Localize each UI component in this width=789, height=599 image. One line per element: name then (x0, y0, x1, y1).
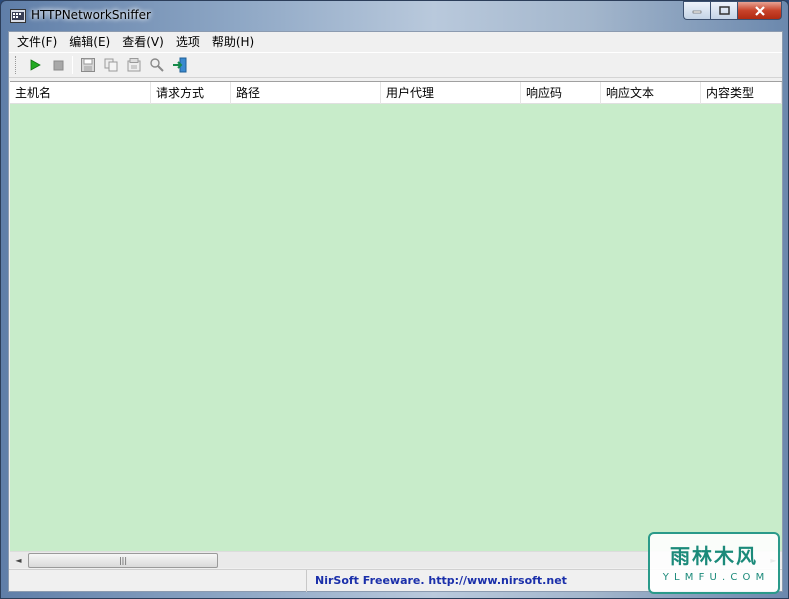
copy-icon (104, 58, 117, 72)
scroll-thumb[interactable]: ||| (28, 553, 218, 568)
column-host[interactable]: 主机名 (10, 82, 151, 104)
menu-options[interactable]: 选项 (170, 32, 206, 52)
column-path[interactable]: 路径 (231, 82, 381, 104)
exit-icon (172, 57, 186, 73)
menu-edit[interactable]: 编辑(E) (63, 32, 116, 52)
copy-button[interactable] (99, 54, 122, 76)
app-icon (10, 9, 26, 23)
minimize-button[interactable] (683, 1, 710, 20)
watermark-title: 雨林木风 (670, 544, 758, 568)
scroll-left-button[interactable]: ◄ (10, 552, 27, 569)
toolbar-separator (72, 56, 73, 74)
properties-button[interactable] (122, 54, 145, 76)
save-icon (80, 58, 95, 72)
start-capture-button[interactable] (23, 54, 46, 76)
column-response-code[interactable]: 响应码 (521, 82, 601, 104)
stop-icon (53, 60, 63, 71)
maximize-button[interactable] (710, 1, 737, 20)
title-bar[interactable]: HTTPNetworkSniffer (1, 1, 788, 31)
client-area: 文件(F) 编辑(E) 查看(V) 选项 帮助(H) 主机名 请求方式 路径 用… (8, 31, 783, 592)
menu-bar: 文件(F) 编辑(E) 查看(V) 选项 帮助(H) (9, 32, 782, 52)
maximize-icon (718, 6, 730, 15)
menu-view[interactable]: 查看(V) (116, 32, 170, 52)
caption-buttons (683, 1, 782, 20)
column-response-text[interactable]: 响应文本 (601, 82, 701, 104)
find-button[interactable] (145, 54, 168, 76)
toolbar (9, 52, 782, 78)
column-method[interactable]: 请求方式 (151, 82, 231, 104)
find-icon (149, 58, 164, 72)
start-icon (30, 59, 41, 71)
close-icon (754, 5, 765, 16)
column-user-agent[interactable]: 用户代理 (381, 82, 521, 104)
app-window: HTTPNetworkSniffer 文件(F) 编辑(E) 查看(V) 选项 … (0, 0, 789, 599)
column-content-type[interactable]: 内容类型 (701, 82, 782, 104)
menu-help[interactable]: 帮助(H) (206, 32, 260, 52)
request-list[interactable]: 主机名 请求方式 路径 用户代理 响应码 响应文本 内容类型 (10, 81, 782, 551)
save-button[interactable] (76, 54, 99, 76)
stop-capture-button[interactable] (46, 54, 69, 76)
site-watermark: 雨林木风 Y L M F U . C O M (648, 532, 780, 594)
nirsoft-link[interactable]: NirSoft Freeware. http://www.nirsoft.net (307, 570, 567, 592)
menu-file[interactable]: 文件(F) (11, 32, 63, 52)
minimize-icon (692, 10, 702, 13)
status-panel-left (9, 570, 307, 592)
exit-button[interactable] (168, 54, 191, 76)
properties-icon (127, 58, 140, 72)
close-button[interactable] (737, 1, 782, 20)
list-header: 主机名 请求方式 路径 用户代理 响应码 响应文本 内容类型 (10, 82, 782, 104)
watermark-subtitle: Y L M F U . C O M (662, 572, 766, 583)
toolbar-grip[interactable] (15, 56, 18, 74)
window-title: HTTPNetworkSniffer (31, 8, 151, 22)
